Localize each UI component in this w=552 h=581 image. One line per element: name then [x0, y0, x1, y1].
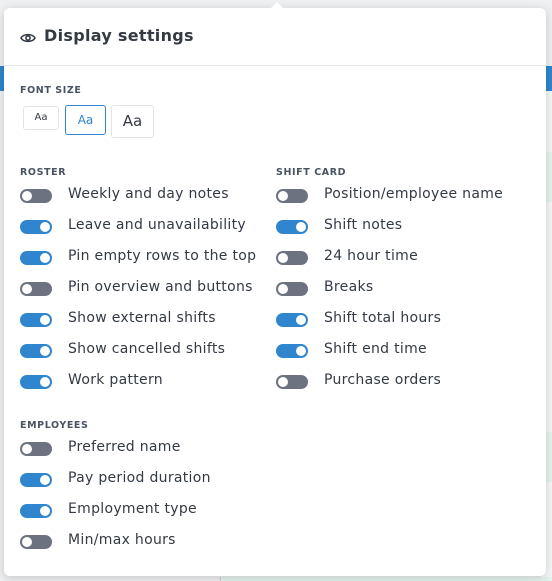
toggle-knob [40, 253, 50, 263]
toggle-knob [40, 346, 50, 356]
toggle-label: Leave and unavailability [68, 217, 246, 233]
toggle-label: Weekly and day notes [68, 186, 229, 202]
toggle-knob [40, 315, 50, 325]
employees-section-label: EMPLOYEES [20, 420, 89, 431]
toggle-switch[interactable] [276, 375, 308, 389]
font-size-label: FONT SIZE [20, 85, 82, 96]
toggle-switch[interactable] [276, 220, 308, 234]
font-size-large-button[interactable]: Aa [111, 105, 154, 138]
toggle-switch[interactable] [20, 313, 52, 327]
toggle-label: Work pattern [68, 372, 163, 388]
popover-title: Display settings [44, 26, 194, 45]
roster-section-label: ROSTER [20, 167, 67, 178]
toggle-knob [278, 377, 288, 387]
font-size-small-button[interactable]: Aa [23, 106, 59, 130]
toggle-label: Preferred name [68, 439, 181, 455]
toggle-switch[interactable] [20, 375, 52, 389]
toggle-label: Shift notes [324, 217, 403, 233]
toggle-knob [296, 346, 306, 356]
toggle-label: Position/employee name [324, 186, 504, 202]
toggle-label: Shift total hours [324, 310, 442, 326]
display-settings-popover: Display settings FONT SIZE Aa Aa Aa ROST… [4, 2, 546, 576]
toggle-switch[interactable] [20, 442, 52, 456]
eye-icon [20, 30, 36, 44]
toggle-knob [40, 506, 50, 516]
toggle-switch[interactable] [276, 189, 308, 203]
toggle-knob [22, 284, 32, 294]
toggle-knob [278, 253, 288, 263]
toggle-switch[interactable] [276, 313, 308, 327]
font-size-small-label: Aa [34, 112, 48, 123]
toggle-knob [22, 537, 32, 547]
toggle-switch[interactable] [276, 282, 308, 296]
toggle-knob [22, 191, 32, 201]
shift-card-section-label: SHIFT CARD [276, 167, 347, 178]
toggle-switch[interactable] [20, 189, 52, 203]
toggle-label: Min/max hours [68, 532, 176, 548]
toggle-label: Breaks [324, 279, 374, 295]
background-bottom-strip [220, 577, 552, 581]
toggle-knob [40, 222, 50, 232]
toggle-switch[interactable] [20, 282, 52, 296]
toggle-label: Employment type [68, 501, 197, 517]
toggle-switch[interactable] [20, 251, 52, 265]
toggle-switch[interactable] [20, 220, 52, 234]
toggle-label: Purchase orders [324, 372, 442, 388]
toggle-knob [296, 315, 306, 325]
toggle-switch[interactable] [20, 504, 52, 518]
toggle-knob [296, 222, 306, 232]
toggle-switch[interactable] [276, 344, 308, 358]
font-size-medium-button[interactable]: Aa [65, 105, 106, 135]
toggle-switch[interactable] [20, 344, 52, 358]
toggle-label: Show external shifts [68, 310, 216, 326]
toggle-knob [40, 377, 50, 387]
toggle-label: Pay period duration [68, 470, 211, 486]
popover-header: Display settings [4, 8, 546, 66]
toggle-label: Shift end time [324, 341, 427, 357]
font-size-medium-label: Aa [77, 113, 94, 127]
toggle-label: Pin overview and buttons [68, 279, 253, 295]
toggle-knob [22, 444, 32, 454]
toggle-knob [40, 475, 50, 485]
font-size-large-label: Aa [122, 112, 143, 130]
toggle-switch[interactable] [20, 535, 52, 549]
toggle-switch[interactable] [276, 251, 308, 265]
toggle-switch[interactable] [20, 473, 52, 487]
toggle-label: Show cancelled shifts [68, 341, 226, 357]
toggle-label: 24 hour time [324, 248, 419, 264]
toggle-label: Pin empty rows to the top [68, 248, 257, 264]
toggle-knob [278, 191, 288, 201]
toggle-knob [278, 284, 288, 294]
